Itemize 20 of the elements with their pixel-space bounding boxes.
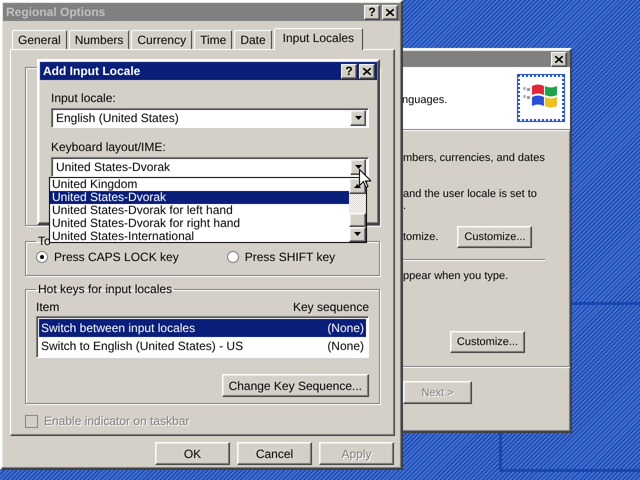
key-sequence-text: (None) [327,321,364,335]
text-line: mbers, currencies, and dates [403,152,546,164]
checkbox-label: Enable indicator on taskbar [44,414,190,428]
window-title: Regional Options [6,5,106,19]
column-header: Item [36,300,60,314]
field-label: Keyboard layout/IME: [51,139,167,154]
column-header: Key sequence [292,300,369,314]
field-label: Input locale: [51,90,117,105]
item-text: Switch between input locales [41,321,196,335]
header-text: nguages. [402,94,448,106]
group-title: Hot keys for input locales [37,282,174,296]
text-line: and the user locale is set to [403,188,538,200]
window-title: Add Input Locale [43,64,142,78]
text-line: ppear when you type. [403,270,510,282]
text-line: . [403,200,408,212]
item-text: Switch to English (United States) - US [41,339,244,353]
radio-label: Press SHIFT key [244,250,336,264]
key-sequence-text: (None) [327,339,364,353]
text-line: tomize. [403,231,438,243]
radio-label: Press CAPS LOCK key [54,250,179,264]
